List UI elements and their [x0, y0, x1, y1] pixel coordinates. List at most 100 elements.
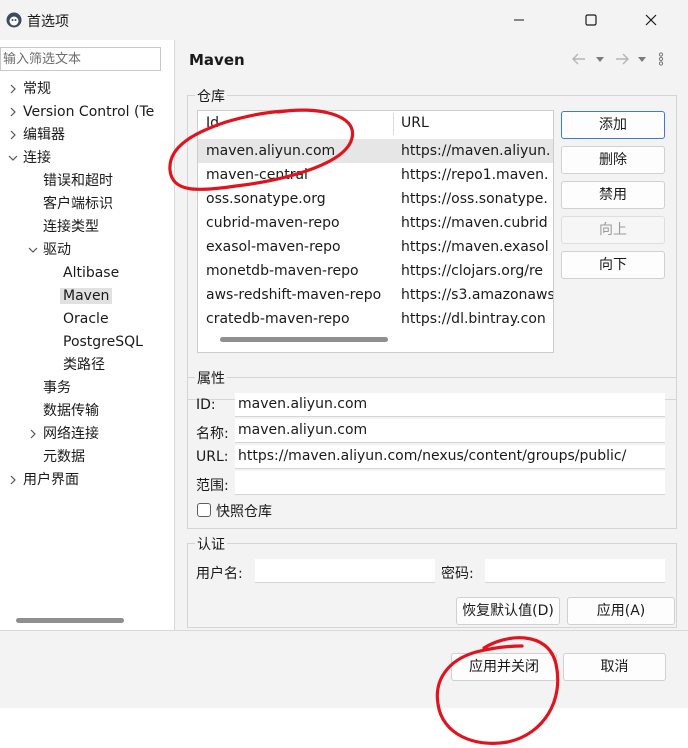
name-field[interactable]: maven.aliyun.com: [235, 419, 665, 443]
tree-item-postgresql[interactable]: PostgreSQL: [63, 331, 143, 353]
more-menu-icon[interactable]: [657, 52, 665, 66]
snapshot-checkbox[interactable]: [197, 503, 211, 517]
snapshot-label[interactable]: 快照仓库: [216, 501, 272, 521]
name-label: 名称:: [196, 426, 229, 442]
table-horizontal-scrollbar[interactable]: [220, 337, 388, 342]
id-label: ID:: [196, 397, 216, 413]
table-row[interactable]: oss.sonatype.org https://oss.sonatype.: [198, 187, 553, 211]
minimize-button[interactable]: [494, 0, 544, 40]
preferences-window: 首选项 常规 Version Control (Te 编辑器 连接: [0, 0, 688, 708]
app-icon: [6, 12, 22, 28]
tree-item-label: 元数据: [43, 449, 85, 465]
forward-arrow-icon[interactable]: [614, 52, 630, 66]
repo-url-cell: https://dl.bintray.con: [401, 311, 546, 327]
url-field[interactable]: https://maven.aliyun.com/nexus/content/g…: [235, 445, 665, 469]
tree-item-oracle[interactable]: Oracle: [63, 308, 109, 330]
repo-id-cell: maven.aliyun.com: [206, 143, 336, 159]
chevron-right-icon[interactable]: [7, 106, 19, 118]
repo-url-cell: https://oss.sonatype.: [401, 191, 548, 207]
chevron-right-icon[interactable]: [7, 83, 19, 95]
tree-item-connection-types[interactable]: 连接类型: [43, 216, 99, 238]
chevron-right-icon[interactable]: [27, 428, 39, 440]
properties-group-label: 属性: [195, 368, 227, 388]
scope-label: 范围:: [196, 478, 229, 494]
apply-and-close-button[interactable]: 应用并关闭: [451, 653, 557, 681]
tree-item-label: 类路径: [63, 357, 105, 373]
cancel-button[interactable]: 取消: [563, 653, 666, 681]
back-menu-chevron-icon[interactable]: [594, 52, 606, 66]
filter-input[interactable]: [0, 47, 161, 71]
column-header-url[interactable]: URL: [401, 115, 429, 131]
table-row[interactable]: cratedb-maven-repo https://dl.bintray.co…: [198, 307, 553, 331]
table-row[interactable]: monetdb-maven-repo https://clojars.org/r…: [198, 259, 553, 283]
chevron-right-icon[interactable]: [7, 474, 19, 486]
back-arrow-icon[interactable]: [571, 52, 587, 66]
table-row[interactable]: exasol-maven-repo https://maven.exasol: [198, 235, 553, 259]
table-row[interactable]: cubrid-maven-repo https://maven.cubrid: [198, 211, 553, 235]
tree-item-label: 常规: [23, 81, 51, 97]
tree-item-label: Maven: [60, 288, 113, 304]
tree-item-errors-timeouts[interactable]: 错误和超时: [43, 170, 113, 192]
restore-defaults-button[interactable]: 恢复默认值(D): [456, 597, 560, 625]
move-up-button[interactable]: 向上: [561, 216, 665, 244]
tree-item-client-identification[interactable]: 客户端标识: [43, 193, 113, 215]
add-repository-button[interactable]: 添加: [561, 111, 665, 139]
password-field[interactable]: [485, 559, 665, 583]
tree-item-label: Version Control (Te: [23, 104, 155, 120]
column-separator[interactable]: [393, 113, 394, 135]
tree-item-label: 事务: [43, 380, 71, 396]
move-down-button[interactable]: 向下: [561, 251, 665, 279]
page-title: Maven: [189, 51, 245, 69]
tree-item-classpath[interactable]: 类路径: [63, 354, 105, 376]
tree-item-metadata[interactable]: 元数据: [43, 446, 85, 468]
tree-item-maven[interactable]: Maven: [60, 285, 113, 307]
column-header-id[interactable]: Id: [206, 115, 219, 131]
repo-url-cell: https://maven.aliyun.: [401, 143, 551, 159]
tree-item-label: 连接: [23, 150, 51, 166]
dialog-button-separator: [0, 630, 688, 631]
maximize-icon: [585, 14, 597, 26]
repositories-table[interactable]: Id URL maven.aliyun.com https://maven.al…: [197, 110, 554, 353]
url-label: URL:: [196, 449, 229, 465]
repo-id-cell: aws-redshift-maven-repo: [206, 287, 382, 303]
table-row[interactable]: maven-central https://repo1.maven.: [198, 163, 553, 187]
repo-url-cell: https://maven.cubrid: [401, 215, 548, 231]
forward-menu-chevron-icon[interactable]: [636, 52, 648, 66]
repo-url-cell: https://s3.amazonaws: [401, 287, 554, 303]
close-button[interactable]: [626, 0, 676, 40]
chevron-down-icon[interactable]: [7, 152, 19, 164]
chevron-down-icon[interactable]: [27, 244, 39, 256]
repo-url-cell: https://maven.exasol: [401, 239, 549, 255]
disable-repository-button[interactable]: 禁用: [561, 181, 665, 209]
tree-item-data-transfer[interactable]: 数据传输: [43, 400, 99, 422]
apply-button[interactable]: 应用(A): [567, 597, 675, 625]
close-icon: [645, 14, 657, 26]
table-row[interactable]: aws-redshift-maven-repo https://s3.amazo…: [198, 283, 554, 307]
tree-item-label: 错误和超时: [43, 173, 113, 189]
repo-id-cell: oss.sonatype.org: [206, 191, 326, 207]
id-field[interactable]: maven.aliyun.com: [235, 393, 665, 417]
repo-url-cell: https://repo1.maven.: [401, 167, 549, 183]
scope-field[interactable]: [235, 471, 665, 495]
username-field[interactable]: [255, 559, 435, 583]
tree-item-label: 编辑器: [23, 127, 65, 143]
minimize-icon: [514, 19, 524, 21]
tree-item-altibase[interactable]: Altibase: [63, 262, 119, 284]
tree-item-label: PostgreSQL: [63, 334, 143, 350]
repo-id-cell: cratedb-maven-repo: [206, 311, 350, 327]
repo-url-cell: https://clojars.org/re: [401, 263, 544, 279]
repo-id-cell: exasol-maven-repo: [206, 239, 341, 255]
maven-preference-page: Maven 仓库 Id URL maven.aliyun.com https:/…: [175, 40, 688, 630]
preferences-tree-panel: 常规 Version Control (Te 编辑器 连接 错误和超时 客户端标…: [0, 40, 174, 630]
tree-item-label: 客户端标识: [43, 196, 113, 212]
tree-item-label: Altibase: [63, 265, 120, 281]
tree-horizontal-scrollbar[interactable]: [16, 618, 124, 623]
delete-repository-button[interactable]: 删除: [561, 146, 665, 174]
tree-item-label: 连接类型: [43, 219, 99, 235]
title-bar: 首选项: [0, 0, 688, 40]
chevron-right-icon[interactable]: [7, 129, 19, 141]
authentication-group-label: 认证: [195, 534, 227, 554]
maximize-button[interactable]: [566, 0, 616, 40]
table-row[interactable]: maven.aliyun.com https://maven.aliyun.: [198, 139, 553, 163]
tree-item-transactions[interactable]: 事务: [43, 377, 71, 399]
